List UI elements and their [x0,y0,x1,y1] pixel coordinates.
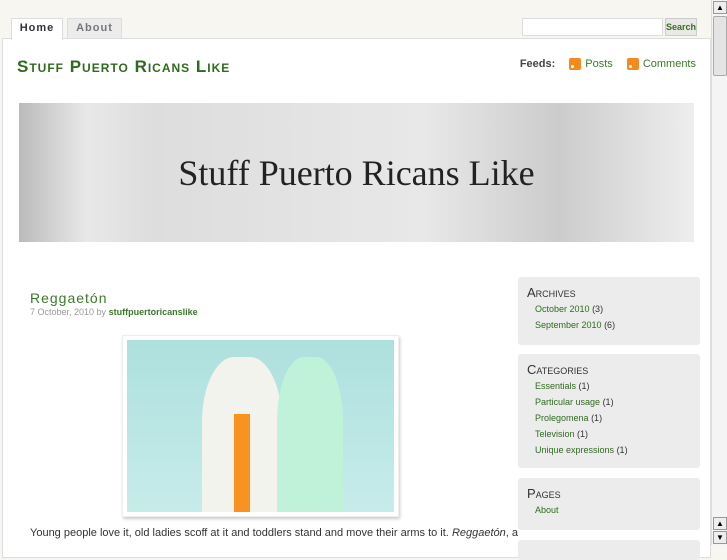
site-title[interactable]: Stuff Puerto Ricans Like [17,57,230,77]
widget-title: Pages [527,486,561,501]
rss-icon[interactable] [626,58,639,70]
category-item: Particular usage (1) [535,397,691,407]
post-body: Young people love it, old ladies scoff a… [30,527,518,539]
widget-more [518,540,700,560]
post-date: 7 October, 2010 by [30,307,107,317]
count: (3) [592,304,604,314]
post-text-em: Reggaetón [451,527,506,539]
page-item: About [535,505,691,515]
category-link[interactable]: Television [535,429,575,439]
category-item: Essentials (1) [535,381,691,391]
scroll-up-icon[interactable]: ▲ [713,517,727,530]
scroll-up-icon[interactable]: ▲ [713,1,727,14]
count: (1) [616,445,628,455]
count: (1) [602,397,614,407]
rss-icon[interactable] [569,58,582,70]
post-text-end: , a [505,527,518,539]
feeds: Feeds: Posts Comments [520,58,696,70]
scroll-down-icon[interactable]: ▼ [713,531,727,544]
page-link[interactable]: About [535,505,559,515]
archive-link[interactable]: September 2010 [535,320,602,330]
header-banner: Stuff Puerto Ricans Like [19,103,694,242]
archive-link[interactable]: October 2010 [535,304,590,314]
count: (1) [591,413,603,423]
archive-item: September 2010 (6) [535,320,691,330]
feeds-label: Feeds: [519,58,556,70]
scrollbar-thumb[interactable] [713,16,727,76]
category-link[interactable]: Particular usage [535,397,600,407]
category-item: Television (1) [535,429,691,439]
feed-posts-link[interactable]: Posts [585,58,613,70]
widget-pages: Pages About [518,478,700,530]
search-button[interactable]: Search [665,18,697,36]
widget-title: Archives [527,285,576,300]
category-link[interactable]: Prolegomena [535,413,589,423]
category-item: Prolegomena (1) [535,413,691,423]
tab-home[interactable]: Home [11,18,63,40]
category-link[interactable]: Essentials [535,381,576,391]
scrollbar[interactable]: ▲ ▲ ▼ [711,0,727,545]
count: (1) [577,429,589,439]
feed-comments-link[interactable]: Comments [643,58,696,70]
post-text: Young people love it, old ladies scoff a… [30,527,449,539]
tab-about[interactable]: About [67,18,122,39]
archive-item: October 2010 (3) [535,304,691,314]
post-author-link[interactable]: stuffpuertoricanslike [109,307,198,317]
category-item: Unique expressions (1) [535,445,691,455]
search-input[interactable] [522,18,663,36]
widget-archives: Archives October 2010 (3) September 2010… [518,277,700,345]
count: (1) [578,381,590,391]
post-image [122,335,399,517]
widget-categories: Categories Essentials (1) Particular usa… [518,354,700,468]
post-meta: 7 October, 2010 by stuffpuertoricanslike [30,307,198,317]
post-title[interactable]: Reggaetón [30,290,108,306]
count: (6) [604,320,616,330]
category-link[interactable]: Unique expressions [535,445,614,455]
banner-text: Stuff Puerto Ricans Like [178,152,535,193]
widget-title: Categories [527,362,589,377]
